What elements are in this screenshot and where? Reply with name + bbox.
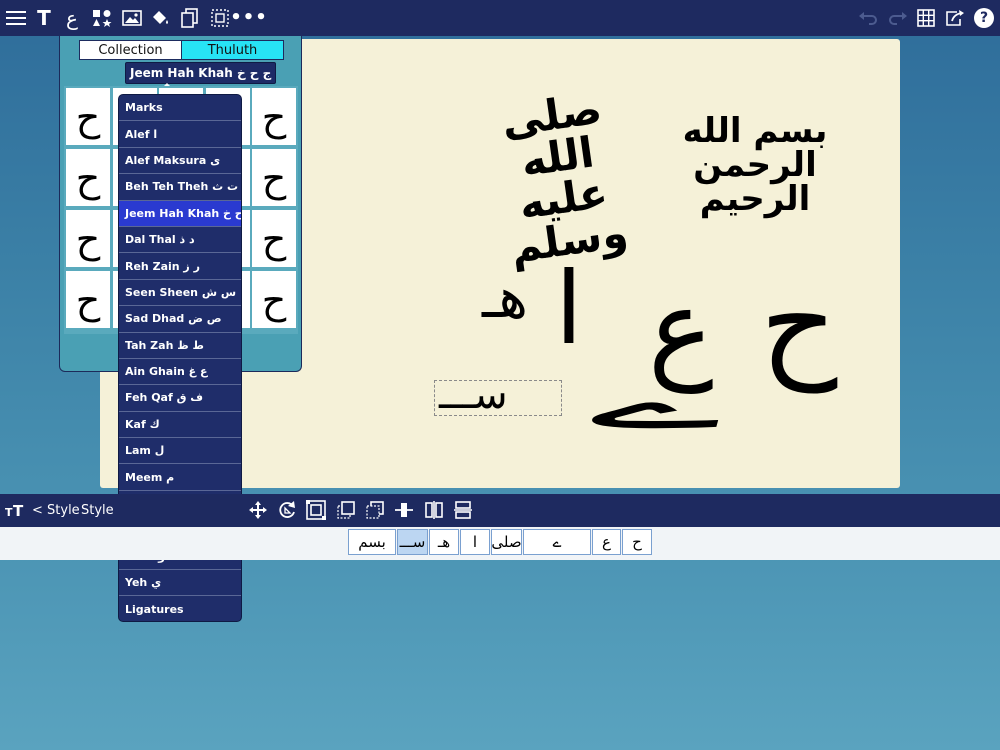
layer-thumbnail[interactable]: ســـ bbox=[397, 529, 428, 555]
font-size-icon[interactable]: TT bbox=[4, 499, 26, 521]
collection-segmented-control: Collection Thuluth bbox=[79, 40, 284, 60]
menu-item[interactable]: Tah Zah ط ظ bbox=[119, 333, 241, 359]
style-back-button[interactable]: < Style bbox=[32, 503, 80, 518]
grid-icon[interactable] bbox=[912, 4, 940, 32]
menu-item[interactable]: Jeem Hah Khah ج ح خ bbox=[119, 200, 241, 227]
flip-vertical-icon[interactable] bbox=[452, 499, 474, 521]
glyph-cell[interactable]: ح bbox=[252, 210, 296, 267]
text-icon[interactable]: T bbox=[30, 4, 58, 32]
copy-icon[interactable] bbox=[176, 4, 204, 32]
letter-mark-icon[interactable]: ع bbox=[58, 4, 86, 32]
menu-item[interactable]: Lam ل bbox=[119, 438, 241, 465]
layer-thumbnail[interactable]: ا bbox=[460, 529, 490, 555]
menu-item[interactable]: Ligatures bbox=[119, 596, 241, 621]
layer-thumbnail[interactable]: ے bbox=[523, 529, 591, 555]
menu-item[interactable]: Sad Dhad ص ض bbox=[119, 306, 241, 333]
menu-item[interactable]: Yeh ي bbox=[119, 570, 241, 597]
bring-front-icon[interactable] bbox=[335, 499, 357, 521]
help-icon[interactable]: ? bbox=[970, 4, 998, 32]
menu-item[interactable]: Alef ا bbox=[119, 121, 241, 148]
top-toolbar: T ع ••• ? bbox=[0, 0, 1000, 36]
menu-item[interactable]: Dal Thal د ذ bbox=[119, 227, 241, 254]
layer-thumbnail[interactable]: بسم bbox=[348, 529, 396, 555]
menu-item[interactable]: Feh Qaf ف ق bbox=[119, 385, 241, 412]
menu-item[interactable]: Ain Ghain ع غ bbox=[119, 359, 241, 386]
layer-thumbnail[interactable]: هـ bbox=[429, 529, 459, 555]
share-icon[interactable] bbox=[941, 4, 969, 32]
resize-icon[interactable] bbox=[305, 499, 327, 521]
menu-item[interactable]: Marks bbox=[119, 95, 241, 122]
layer-thumbnail[interactable]: صلى bbox=[491, 529, 522, 555]
group-selector[interactable]: Jeem Hah Khah ج ح خ bbox=[125, 62, 277, 84]
send-back-icon[interactable] bbox=[364, 499, 386, 521]
glyph-alef[interactable]: ا bbox=[555, 259, 583, 359]
glyph-cell[interactable]: ح bbox=[66, 271, 110, 328]
glyph-cell[interactable]: ح bbox=[66, 88, 110, 145]
layer-strip: بسم ســـ هـ ا صلى ے ع ح bbox=[0, 527, 1000, 560]
glyph-cell[interactable]: ح bbox=[252, 88, 296, 145]
layer-thumbnail[interactable]: ع bbox=[592, 529, 621, 555]
glyph-cell[interactable]: ح bbox=[252, 149, 296, 206]
glyph-heh[interactable]: هـ bbox=[482, 271, 528, 327]
svg-text:T: T bbox=[13, 502, 24, 518]
undo-icon[interactable] bbox=[854, 4, 882, 32]
glyph-hah[interactable]: ح bbox=[760, 264, 837, 384]
menu-item[interactable]: Seen Sheen س ش bbox=[119, 280, 241, 307]
calligraphy-basmala[interactable]: بسم الله الرحمن الرحيم bbox=[660, 114, 850, 216]
glyph-cell[interactable]: ح bbox=[66, 210, 110, 267]
style-toolbar: TT < Style Style bbox=[0, 494, 1000, 527]
tab-collection[interactable]: Collection bbox=[80, 41, 181, 59]
menu-item[interactable]: Reh Zain ر ز bbox=[119, 253, 241, 280]
menu-icon[interactable] bbox=[2, 4, 30, 32]
selection-box[interactable]: ســـ bbox=[434, 375, 562, 416]
flip-horizontal-icon[interactable] bbox=[423, 499, 445, 521]
glyph-yeh-barree[interactable]: ے bbox=[590, 369, 721, 439]
rotate-icon[interactable] bbox=[276, 499, 298, 521]
redo-icon[interactable] bbox=[884, 4, 912, 32]
move-icon[interactable] bbox=[247, 499, 269, 521]
menu-item[interactable]: Kaf ك bbox=[119, 412, 241, 439]
menu-item[interactable]: Meem م bbox=[119, 464, 241, 491]
style-label[interactable]: Style bbox=[81, 503, 114, 518]
menu-item[interactable]: Alef Maksura ى bbox=[119, 148, 241, 175]
glyph-seen: ســـ bbox=[439, 372, 508, 418]
more-icon[interactable]: ••• bbox=[230, 4, 267, 32]
align-center-icon[interactable] bbox=[393, 499, 415, 521]
glyph-cell[interactable]: ح bbox=[66, 149, 110, 206]
tab-thuluth[interactable]: Thuluth bbox=[181, 41, 283, 59]
menu-item[interactable]: Beh Teh Theh ب ت ث bbox=[119, 174, 241, 201]
shapes-icon[interactable] bbox=[88, 4, 116, 32]
calligraphy-salawat[interactable]: صلى الله عليه وسلم bbox=[487, 84, 634, 272]
glyph-cell[interactable]: ح bbox=[252, 271, 296, 328]
paint-bucket-icon[interactable] bbox=[147, 4, 175, 32]
layer-thumbnail[interactable]: ح bbox=[622, 529, 652, 555]
image-icon[interactable] bbox=[118, 4, 146, 32]
svg-text:T: T bbox=[5, 506, 13, 518]
